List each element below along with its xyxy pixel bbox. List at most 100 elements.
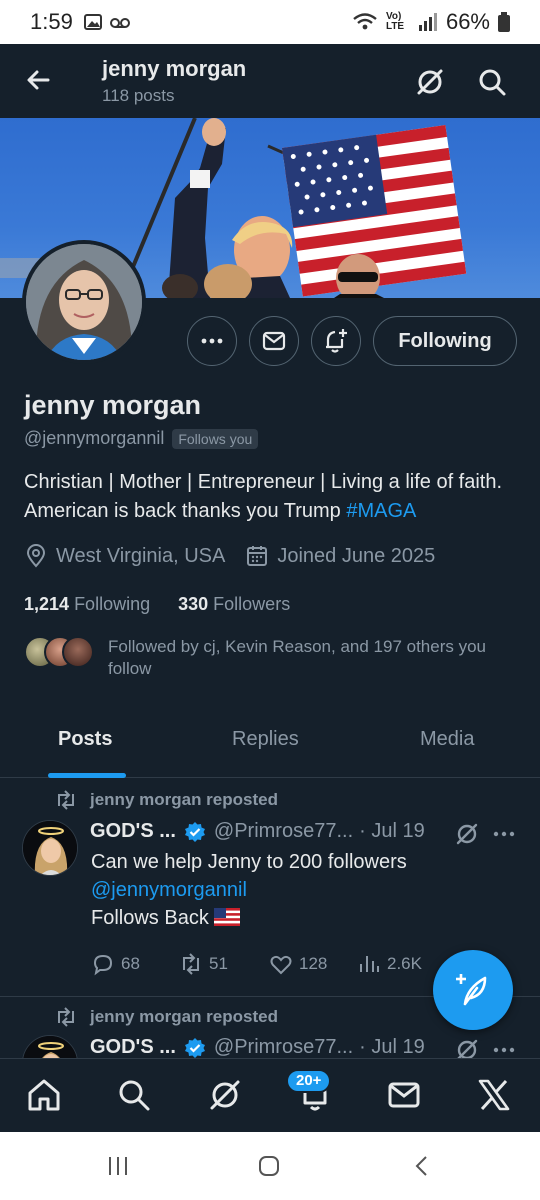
post-more-icon[interactable] bbox=[492, 822, 516, 846]
header-title: jenny morgan 118 posts bbox=[102, 56, 246, 106]
profile-name: jenny morgan bbox=[24, 390, 202, 420]
post-more-icon[interactable] bbox=[492, 1038, 516, 1058]
post-text-line: Can we help Jenny to 200 followers bbox=[91, 851, 407, 873]
grok-icon[interactable] bbox=[207, 1077, 243, 1113]
post-author-name[interactable]: GOD'S ... bbox=[90, 1036, 176, 1058]
followers-count-link[interactable]: 330 Followers bbox=[178, 594, 290, 615]
repost-label-row: jenny morgan reposted bbox=[54, 790, 278, 810]
calendar-icon bbox=[247, 546, 268, 566]
following-count-link[interactable]: 1,214 Following bbox=[24, 594, 150, 615]
post-author-handle: @Primrose77... bbox=[213, 1036, 354, 1058]
bio-text: Christian | Mother | Entrepreneur | Livi… bbox=[24, 471, 503, 522]
compose-post-button[interactable] bbox=[433, 950, 513, 1030]
followed-by-section[interactable]: Followed by cj, Kevin Reason, and 197 ot… bbox=[24, 634, 518, 684]
profile-joined-date: Joined June 2025 bbox=[277, 544, 436, 567]
followed-by-text: Followed by cj, Kevin Reason, and 197 ot… bbox=[108, 637, 487, 678]
tab-posts[interactable]: Posts bbox=[58, 728, 112, 751]
post-author-name[interactable]: GOD'S ... bbox=[90, 820, 176, 843]
home-button-icon[interactable] bbox=[257, 1154, 281, 1178]
grok-icon[interactable] bbox=[414, 66, 446, 98]
profile-meta: West Virginia, USA Joined June 2025 bbox=[24, 544, 435, 568]
notifications-badge: 20+ bbox=[286, 1069, 332, 1093]
followers-count: 330 bbox=[178, 594, 209, 614]
handle-row: @jennymorgannil Follows you bbox=[24, 428, 259, 449]
header-name: jenny morgan bbox=[102, 56, 247, 81]
follow-counts: 1,214 Following 330 Followers bbox=[24, 594, 290, 615]
android-navigation-bar bbox=[0, 1132, 540, 1200]
post-mention-link[interactable]: @jennymorgannil bbox=[91, 876, 511, 904]
bio-hashtag-link[interactable]: #MAGA bbox=[346, 500, 416, 522]
profile-bio: Christian | Mother | Entrepreneur | Livi… bbox=[24, 468, 518, 526]
network-label: Vo) LTE bbox=[385, 11, 405, 32]
repost-label: jenny morgan reposted bbox=[90, 790, 278, 809]
profile-location: West Virginia, USA bbox=[56, 544, 226, 567]
post-author-avatar[interactable] bbox=[22, 1035, 78, 1058]
avatar-image bbox=[26, 244, 142, 360]
grok-icon[interactable] bbox=[454, 821, 480, 847]
gallery-icon bbox=[83, 14, 102, 30]
reply-count: 68 bbox=[121, 954, 140, 973]
followers-label: Followers bbox=[213, 594, 291, 614]
message-button[interactable] bbox=[249, 316, 299, 366]
verified-badge-icon bbox=[184, 821, 205, 842]
post-body: Can we help Jenny to 200 followers @jenn… bbox=[91, 848, 511, 932]
x-logo-icon[interactable] bbox=[476, 1077, 512, 1113]
post-author-handle: @Primrose77... bbox=[213, 820, 354, 842]
reply-button[interactable]: 68 bbox=[91, 952, 179, 976]
location-pin-icon bbox=[26, 544, 46, 568]
back-arrow-icon[interactable] bbox=[22, 64, 54, 96]
author-avatar-image bbox=[23, 1036, 77, 1058]
post-text-line: Follows Back bbox=[91, 904, 511, 932]
post-date: · Jul 19 bbox=[359, 1036, 425, 1058]
post-text-follows-back: Follows Back bbox=[91, 907, 209, 929]
envelope-icon bbox=[262, 331, 286, 351]
verified-badge-icon bbox=[184, 1037, 205, 1058]
reply-icon bbox=[93, 954, 113, 976]
repost-icon bbox=[58, 1007, 74, 1027]
following-button[interactable]: Following bbox=[373, 316, 517, 366]
tab-replies[interactable]: Replies bbox=[232, 728, 299, 751]
post-header: GOD'S ... @Primrose77... · Jul 19 bbox=[90, 820, 425, 843]
messages-icon[interactable] bbox=[386, 1077, 422, 1113]
compose-feather-plus-icon bbox=[456, 974, 487, 1006]
repost-button[interactable]: 51 bbox=[179, 952, 269, 976]
bottom-navigation: 20+ bbox=[0, 1058, 540, 1132]
following-count: 1,214 bbox=[24, 594, 70, 614]
search-icon[interactable] bbox=[476, 66, 508, 98]
recent-apps-icon[interactable] bbox=[106, 1154, 130, 1178]
battery-percent: 66% bbox=[445, 9, 490, 34]
bell-plus-icon bbox=[326, 329, 347, 353]
author-avatar-image bbox=[23, 821, 77, 875]
tab-media[interactable]: Media bbox=[420, 728, 474, 751]
us-flag-emoji-icon bbox=[214, 908, 241, 926]
post-header: GOD'S ... @Primrose77... · Jul 19 bbox=[90, 1036, 425, 1058]
grok-icon[interactable] bbox=[454, 1037, 480, 1058]
header-posts-count: 118 posts bbox=[102, 86, 175, 105]
profile-avatar[interactable] bbox=[22, 240, 146, 364]
post-actions: 68 51 128 2.6K bbox=[91, 952, 481, 976]
profile-handle: @jennymorgannil bbox=[24, 428, 165, 448]
like-count: 128 bbox=[299, 954, 328, 973]
views-chart-icon bbox=[360, 956, 379, 972]
home-icon[interactable] bbox=[26, 1077, 62, 1113]
post-author-avatar[interactable] bbox=[22, 820, 78, 876]
voicemail-icon bbox=[109, 18, 130, 28]
repost-icon bbox=[58, 790, 74, 810]
profile-header-bar: jenny morgan 118 posts bbox=[0, 44, 540, 118]
battery-icon bbox=[498, 12, 510, 32]
subscribe-notifications-button[interactable] bbox=[311, 316, 361, 366]
mutual-avatar bbox=[62, 636, 94, 668]
wifi-icon bbox=[353, 13, 377, 30]
views-count: 2.6K bbox=[387, 954, 422, 973]
post-date: · Jul 19 bbox=[359, 820, 425, 842]
more-options-button[interactable] bbox=[187, 316, 237, 366]
status-bar: 1:59 Vo) LTE 66% bbox=[0, 0, 540, 44]
repost-icon bbox=[183, 953, 199, 975]
repost-label: jenny morgan reposted bbox=[90, 1007, 278, 1026]
heart-icon bbox=[270, 955, 292, 975]
like-button[interactable]: 128 bbox=[269, 952, 357, 976]
search-icon[interactable] bbox=[116, 1077, 152, 1113]
following-label: Following bbox=[74, 594, 151, 614]
back-button-icon[interactable] bbox=[410, 1154, 434, 1178]
profile-tabs: Posts Replies Media bbox=[0, 714, 540, 778]
